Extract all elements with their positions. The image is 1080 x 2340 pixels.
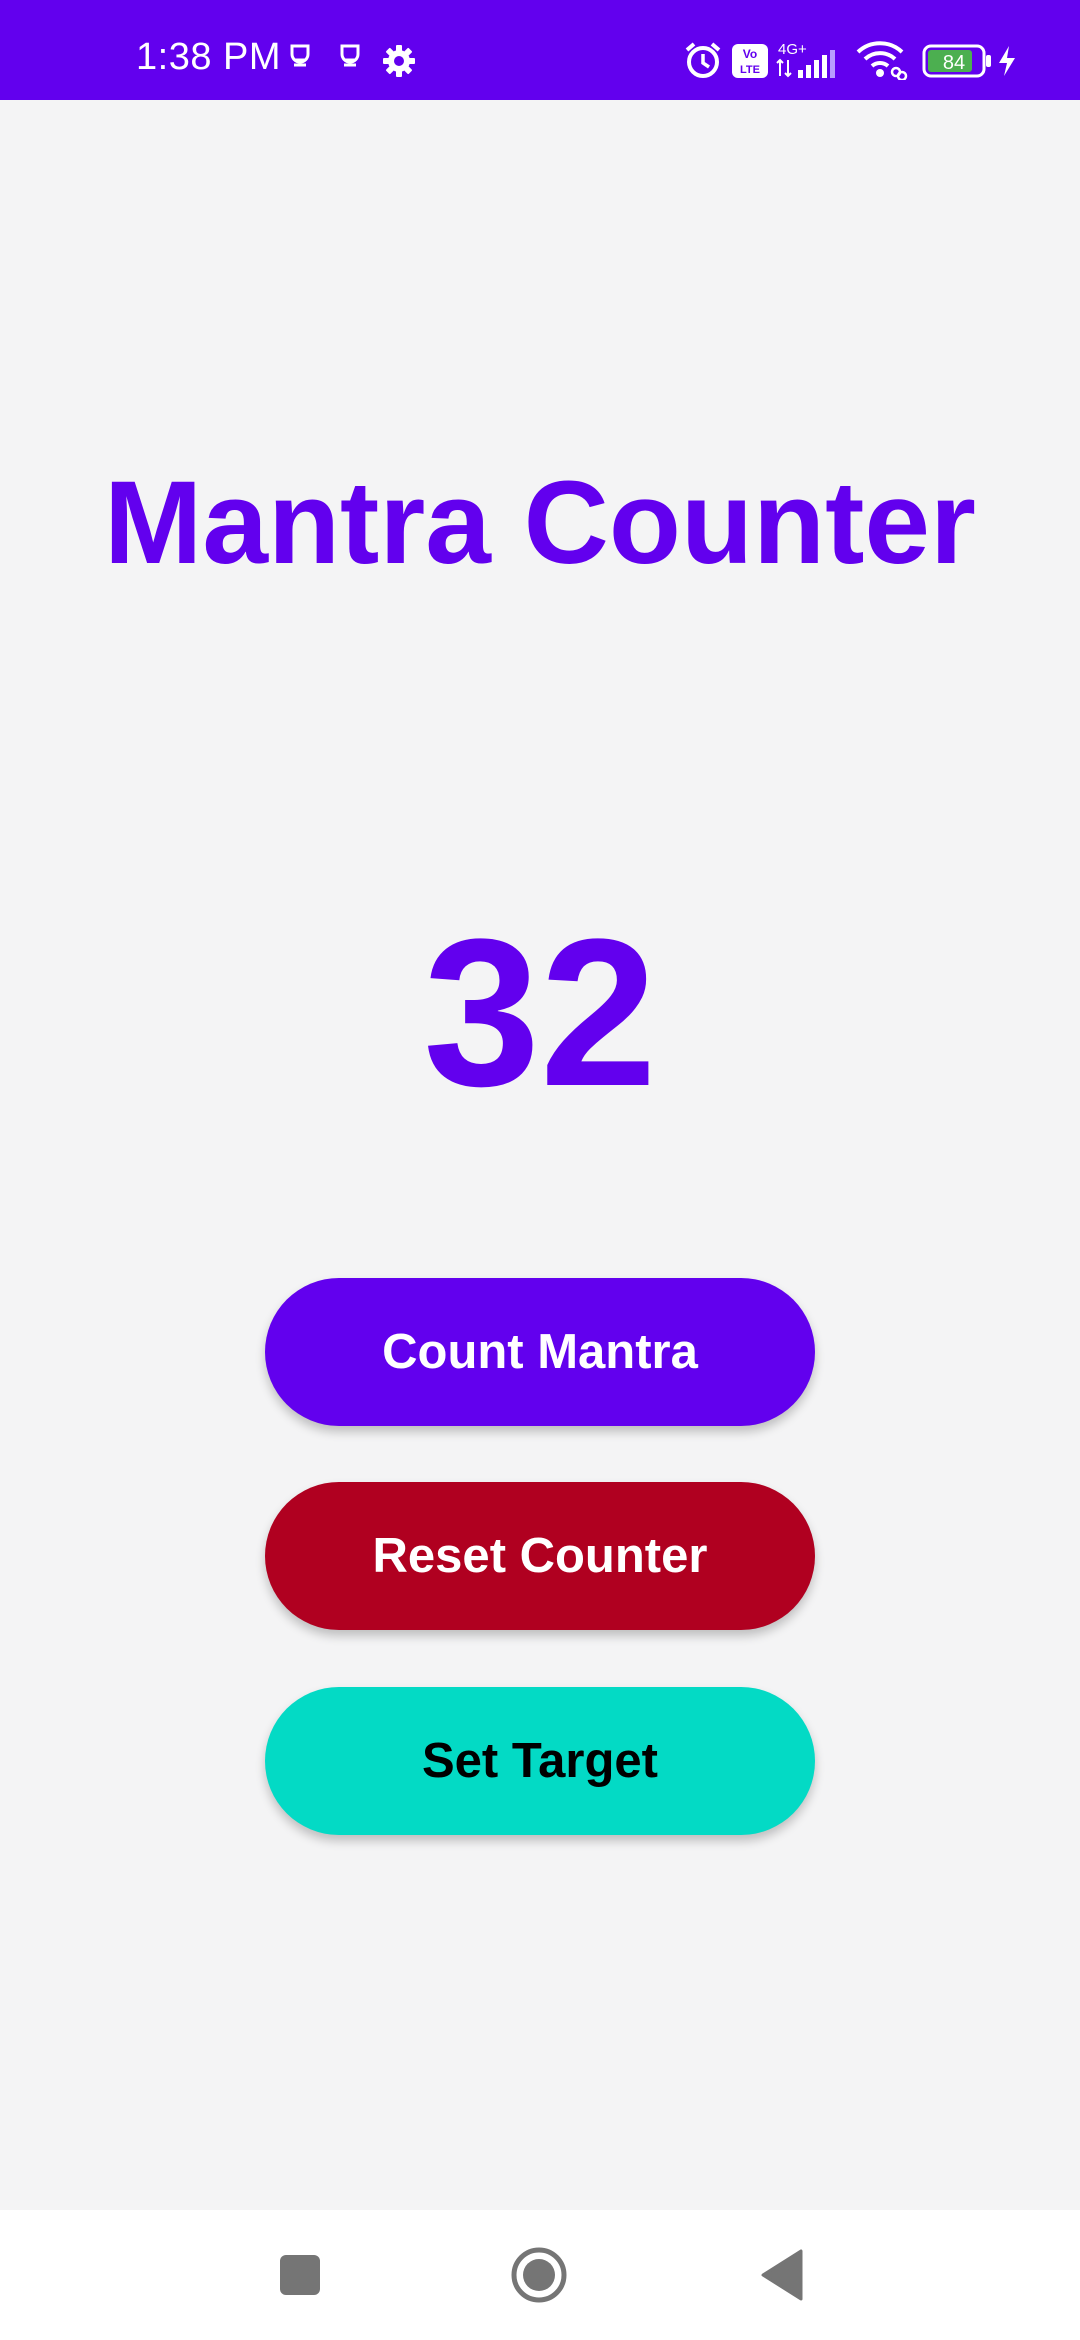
battery-level: 84 <box>943 52 965 74</box>
set-target-button[interactable]: Set Target <box>265 1687 815 1835</box>
recents-icon[interactable] <box>270 2245 330 2305</box>
signal-icon: 4G+ <box>776 40 844 85</box>
wifi-icon <box>856 40 908 85</box>
counter-value: 32 <box>423 895 657 1130</box>
sim-icon <box>288 42 312 79</box>
volte-icon: Vo LTE <box>732 44 768 83</box>
svg-text:4G+: 4G+ <box>778 41 807 58</box>
sim-icon <box>338 42 362 79</box>
status-bar: 1:38 PM Vo LTE 4G+ 84 <box>0 0 1080 100</box>
battery-icon: 84 <box>922 44 992 83</box>
charging-icon <box>996 44 1018 83</box>
home-icon[interactable] <box>509 2245 569 2305</box>
back-icon[interactable] <box>752 2245 812 2305</box>
reset-counter-button[interactable]: Reset Counter <box>265 1482 815 1630</box>
page-title: Mantra Counter <box>104 457 976 589</box>
svg-text:LTE: LTE <box>740 64 760 76</box>
status-time: 1:38 PM <box>136 36 282 78</box>
alarm-icon <box>683 40 723 85</box>
svg-text:Vo: Vo <box>743 47 757 61</box>
count-mantra-button[interactable]: Count Mantra <box>265 1278 815 1426</box>
app-screen: 1:38 PM Vo LTE 4G+ 84 Mantra Counter 32 … <box>0 0 1080 2340</box>
gear-icon <box>382 44 416 83</box>
